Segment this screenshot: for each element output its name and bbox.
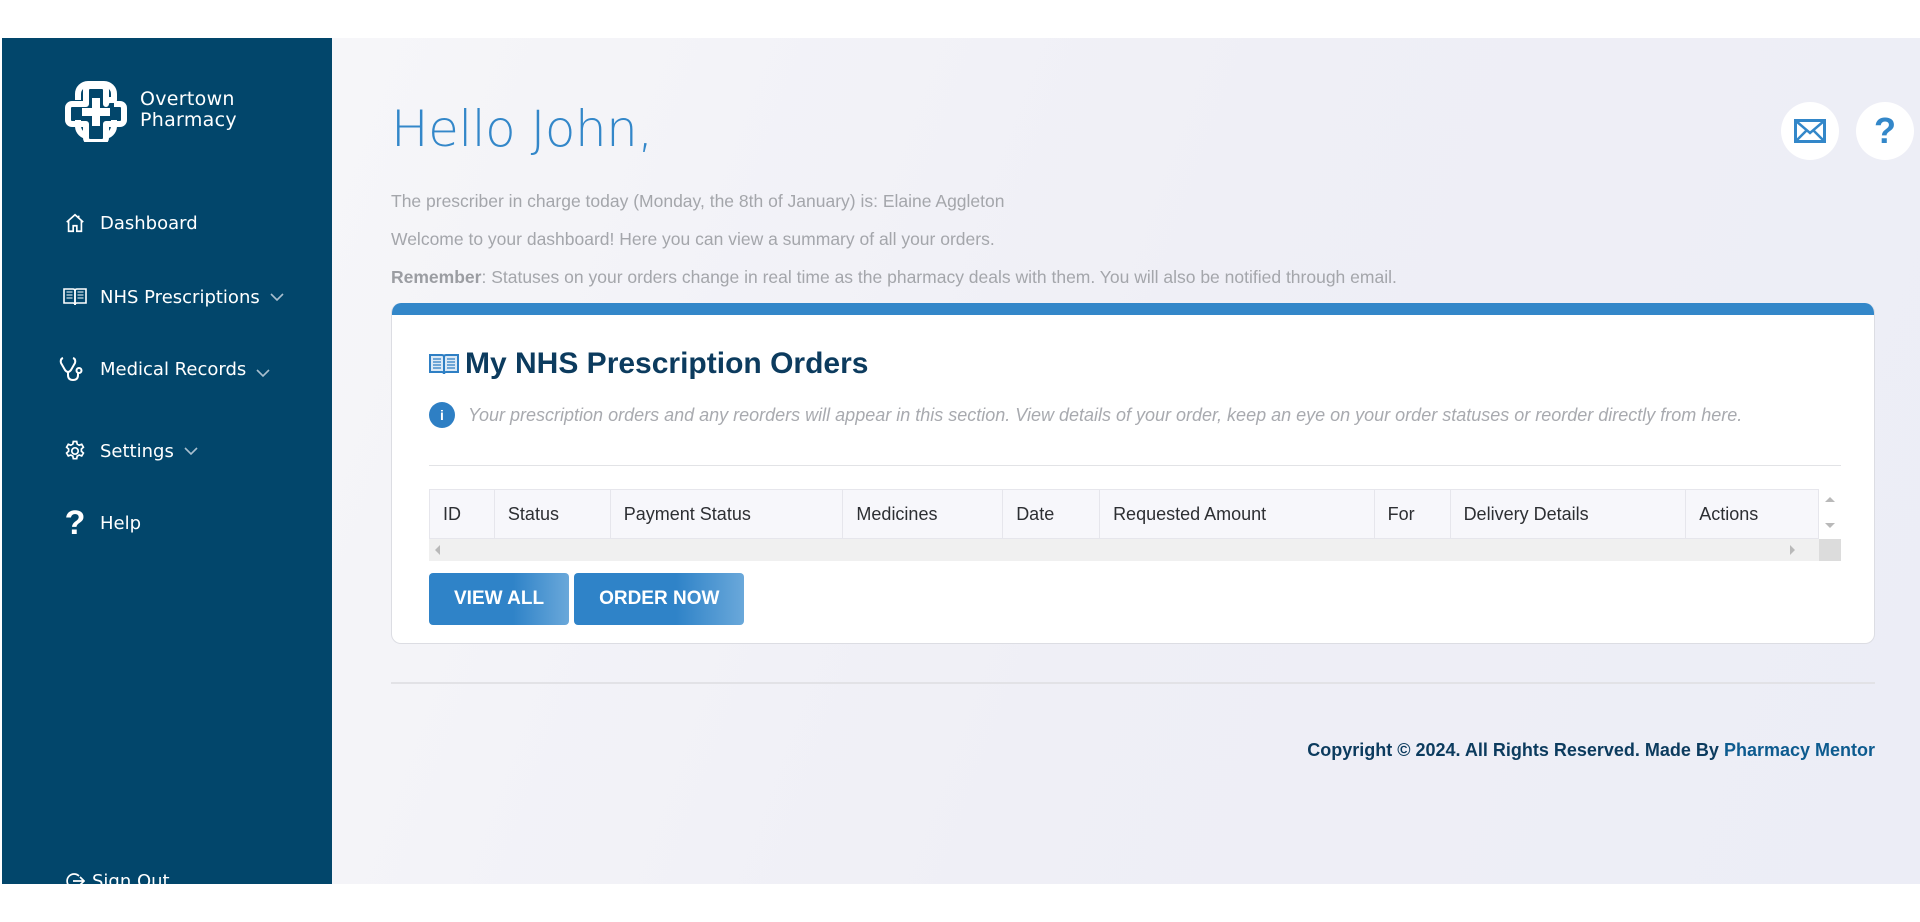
horizontal-scrollbar[interactable] bbox=[429, 539, 1819, 561]
chevron-down-icon bbox=[270, 293, 284, 302]
view-all-button[interactable]: VIEW ALL bbox=[429, 573, 570, 625]
column-header-medicines[interactable]: Medicines bbox=[843, 490, 1004, 538]
sidebar-item-help[interactable]: ? Help bbox=[62, 503, 142, 542]
copyright-footer: Copyright © 2024. All Rights Reserved. M… bbox=[1307, 740, 1875, 761]
card-info-note: i Your prescription orders and any reord… bbox=[429, 402, 1742, 428]
book-icon bbox=[429, 354, 459, 375]
scroll-right-arrow-icon[interactable] bbox=[1790, 545, 1795, 555]
help-button[interactable]: ? bbox=[1856, 102, 1914, 160]
brand-line-2: Pharmacy bbox=[140, 109, 237, 131]
table-header-row: ID Status Payment Status Medicines Date … bbox=[429, 489, 1819, 539]
column-header-delivery-details[interactable]: Delivery Details bbox=[1451, 490, 1687, 538]
remember-label: Remember bbox=[391, 267, 482, 287]
prescription-orders-card: My NHS Prescription Orders i Your prescr… bbox=[391, 303, 1875, 644]
sidebar-item-label: Sign Out bbox=[92, 870, 170, 885]
scroll-up-arrow-icon[interactable] bbox=[1825, 497, 1835, 502]
column-header-payment-status[interactable]: Payment Status bbox=[611, 490, 844, 538]
sign-out-icon bbox=[64, 868, 86, 884]
column-header-actions[interactable]: Actions bbox=[1686, 490, 1818, 538]
card-title: My NHS Prescription Orders bbox=[429, 347, 868, 381]
question-icon: ? bbox=[1874, 110, 1896, 151]
card-note-text: Your prescription orders and any reorder… bbox=[468, 404, 1743, 425]
sidebar-item-sign-out[interactable]: Sign Out bbox=[64, 868, 170, 884]
question-icon: ? bbox=[64, 503, 86, 542]
sidebar: Overtown Pharmacy Dashboard NHS Prescrip… bbox=[2, 38, 332, 884]
brand-logo[interactable]: Overtown Pharmacy bbox=[64, 78, 237, 142]
order-now-button[interactable]: ORDER NOW bbox=[574, 573, 745, 625]
sidebar-item-label: Medical Records bbox=[100, 358, 247, 380]
scroll-down-arrow-icon[interactable] bbox=[1825, 523, 1835, 528]
sidebar-item-label: Settings bbox=[100, 440, 174, 462]
copyright-text: Copyright © 2024. All Rights Reserved. M… bbox=[1307, 740, 1724, 760]
brand-name: Overtown Pharmacy bbox=[140, 89, 237, 131]
remember-text: : Statuses on your orders change in real… bbox=[481, 267, 1397, 287]
sidebar-item-dashboard[interactable]: Dashboard bbox=[62, 210, 198, 236]
chevron-down-icon bbox=[184, 447, 198, 456]
header-actions: ? bbox=[1781, 102, 1914, 160]
pharmacy-cross-icon bbox=[65, 81, 127, 142]
remember-note: Remember: Statuses on your orders change… bbox=[391, 267, 1397, 288]
welcome-text: Welcome to your dashboard! Here you can … bbox=[391, 229, 995, 249]
stethoscope-icon bbox=[58, 356, 88, 382]
info-icon: i bbox=[429, 402, 455, 428]
sidebar-item-label: NHS Prescriptions bbox=[100, 286, 260, 308]
home-icon bbox=[62, 210, 88, 236]
app-window: Overtown Pharmacy Dashboard NHS Prescrip… bbox=[2, 38, 1920, 884]
column-header-date[interactable]: Date bbox=[1003, 490, 1101, 538]
sidebar-item-medical-records[interactable]: Medical Records bbox=[58, 356, 270, 382]
sidebar-item-label: Help bbox=[100, 512, 142, 534]
scroll-left-arrow-icon[interactable] bbox=[435, 545, 440, 555]
book-icon bbox=[62, 284, 88, 310]
sidebar-item-settings[interactable]: Settings bbox=[62, 438, 198, 464]
sidebar-item-nhs-prescriptions[interactable]: NHS Prescriptions bbox=[62, 284, 284, 310]
orders-table: ID Status Payment Status Medicines Date … bbox=[429, 489, 1841, 561]
card-divider bbox=[429, 465, 1841, 466]
chevron-down-icon bbox=[256, 369, 270, 378]
column-header-requested-amount[interactable]: Requested Amount bbox=[1100, 490, 1375, 538]
column-header-id[interactable]: ID bbox=[430, 490, 495, 538]
column-header-for[interactable]: For bbox=[1375, 490, 1451, 538]
pharmacy-mentor-link[interactable]: Pharmacy Mentor bbox=[1724, 740, 1875, 760]
vertical-scrollbar[interactable] bbox=[1819, 489, 1841, 539]
brand-line-1: Overtown bbox=[140, 88, 235, 110]
scrollbar-corner bbox=[1819, 539, 1841, 561]
gear-icon bbox=[62, 438, 88, 464]
footer-divider bbox=[391, 682, 1875, 684]
card-accent-bar bbox=[392, 303, 1874, 315]
card-actions: VIEW ALL ORDER NOW bbox=[429, 573, 745, 625]
page-greeting: Hello John, bbox=[391, 100, 653, 158]
main-content: Hello John, ? The prescriber in charge t… bbox=[332, 38, 1920, 884]
card-title-text: My NHS Prescription Orders bbox=[465, 347, 869, 380]
prescriber-info: The prescriber in charge today (Monday, … bbox=[391, 191, 1005, 211]
column-header-status[interactable]: Status bbox=[495, 490, 611, 538]
sidebar-item-label: Dashboard bbox=[100, 212, 198, 234]
mail-icon bbox=[1794, 119, 1826, 143]
messages-button[interactable] bbox=[1781, 102, 1839, 160]
